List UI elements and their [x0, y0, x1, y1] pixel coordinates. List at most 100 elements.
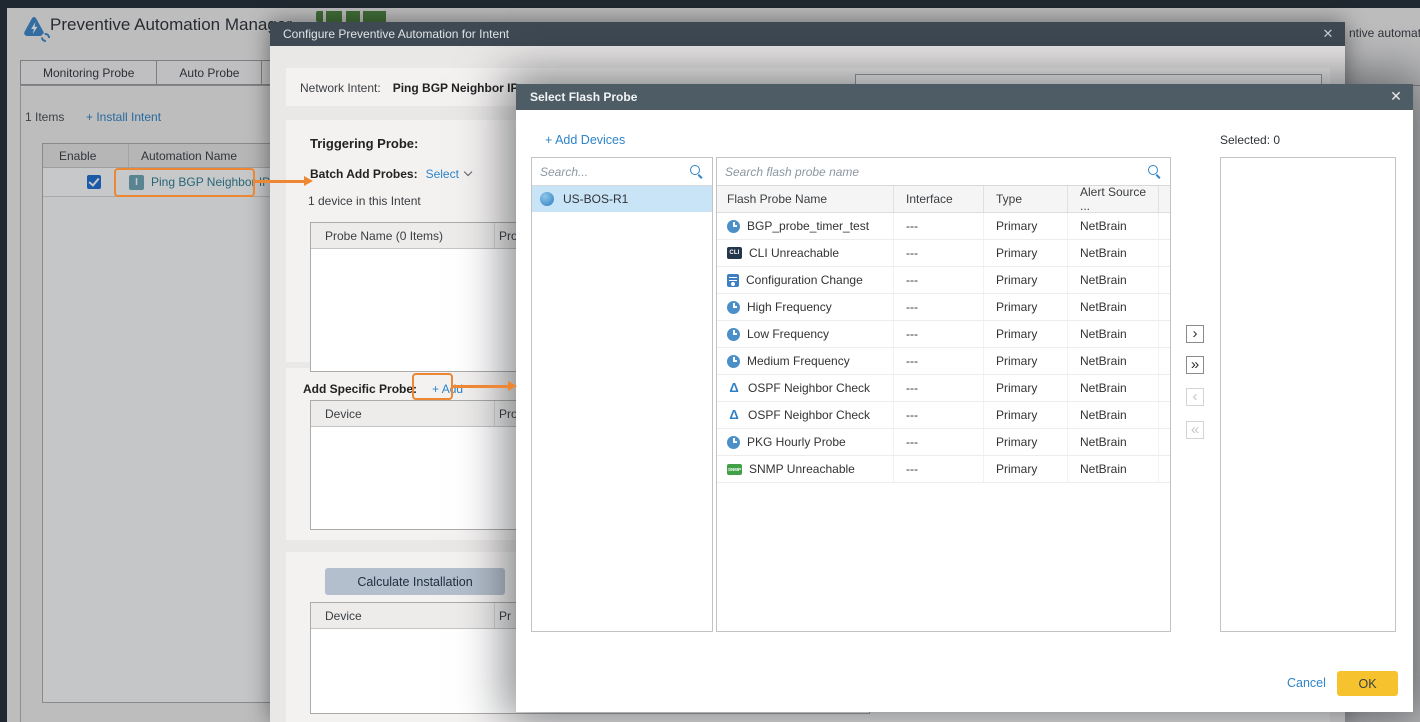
probe-search-input[interactable] [725, 165, 1147, 179]
selected-count-label: Selected: 0 [1220, 133, 1280, 147]
configure-dialog-titlebar: Configure Preventive Automation for Inte… [270, 22, 1345, 46]
clock-icon [727, 220, 740, 233]
device-list-item-selected[interactable]: US-BOS-R1 [532, 186, 712, 212]
add-devices-link[interactable]: + Add Devices [545, 133, 625, 147]
device-icon [540, 192, 554, 206]
device-search-row [532, 158, 712, 186]
annotation-arrow-to-select-dialog [453, 385, 508, 388]
device-search-input[interactable] [540, 165, 689, 179]
probe-alert-source: NetBrain [1068, 321, 1159, 347]
move-all-left-button[interactable]: « [1186, 421, 1204, 439]
flash-probe-row[interactable]: Configuration Change ---PrimaryNetBrain [717, 267, 1170, 294]
calculate-installation-button[interactable]: Calculate Installation [325, 568, 505, 595]
probe-interface: --- [894, 429, 984, 455]
column-type: Type [984, 186, 1068, 212]
cancel-button[interactable]: Cancel [1287, 676, 1326, 690]
flash-probe-row[interactable]: BGP_probe_timer_test---PrimaryNetBrain [717, 213, 1170, 240]
probe-alert-source: NetBrain [1068, 429, 1159, 455]
probe-type: Primary [984, 213, 1068, 239]
flash-probe-row[interactable]: PKG Hourly Probe ---PrimaryNetBrain [717, 429, 1170, 456]
column-alert-source: Alert Source ... [1068, 186, 1159, 212]
flash-probe-row[interactable]: OSPF Neighbor Check---PrimaryNetBrain [717, 375, 1170, 402]
column-device: Device [311, 603, 495, 628]
probe-interface: --- [894, 294, 984, 320]
close-icon[interactable]: ✕ [1385, 84, 1407, 108]
flash-probe-table-header: Flash Probe Name Interface Type Alert So… [717, 186, 1170, 213]
flash-probe-name: High Frequency [747, 300, 832, 314]
column-flash-probe-name: Flash Probe Name [717, 186, 894, 212]
row-spacer [1159, 456, 1170, 482]
delta-icon [727, 408, 741, 422]
cli-icon: CLI [727, 247, 742, 259]
select-dialog-titlebar: Select Flash Probe ✕ [516, 84, 1413, 110]
row-spacer [1159, 294, 1170, 320]
probe-alert-source: NetBrain [1068, 456, 1159, 482]
config-icon [727, 274, 739, 287]
configure-dialog-title: Configure Preventive Automation for Inte… [270, 27, 509, 41]
column-probe-name: Probe Name (0 Items) [311, 223, 495, 248]
probe-type: Primary [984, 429, 1068, 455]
flash-probe-name: SNMP Unreachable [749, 462, 855, 476]
probe-interface: --- [894, 348, 984, 374]
probe-type: Primary [984, 267, 1068, 293]
probe-alert-source: NetBrain [1068, 240, 1159, 266]
network-intent-value: Ping BGP Neighbor IP [393, 81, 519, 95]
probe-alert-source: NetBrain [1068, 348, 1159, 374]
select-flash-probe-dialog: Select Flash Probe ✕ + Add Devices US-BO… [516, 84, 1413, 712]
row-spacer [1159, 267, 1170, 293]
move-left-button[interactable]: ‹ [1186, 388, 1204, 406]
probe-type: Primary [984, 402, 1068, 428]
probe-interface: --- [894, 375, 984, 401]
flash-probe-row[interactable]: Low Frequency---PrimaryNetBrain [717, 321, 1170, 348]
flash-probe-name: OSPF Neighbor Check [748, 408, 870, 422]
flash-probe-row[interactable]: Medium Frequency---PrimaryNetBrain [717, 348, 1170, 375]
flash-probe-name: OSPF Neighbor Check [748, 381, 870, 395]
probe-interface: --- [894, 240, 984, 266]
flash-probe-row[interactable]: SNMPSNMP Unreachable---PrimaryNetBrain [717, 456, 1170, 483]
probe-interface: --- [894, 267, 984, 293]
device-list-panel: US-BOS-R1 [531, 157, 713, 632]
annotation-arrow-to-batch-add [255, 180, 304, 183]
flash-probe-row[interactable]: High Frequency---PrimaryNetBrain [717, 294, 1170, 321]
device-count-text: 1 device in this Intent [308, 194, 421, 208]
column-spacer [1159, 186, 1170, 212]
batch-add-probes-row: Batch Add Probes: Select [310, 167, 471, 181]
batch-add-select-dropdown[interactable]: Select [426, 167, 459, 181]
clock-icon [727, 328, 740, 341]
row-spacer [1159, 402, 1170, 428]
flash-probe-row[interactable]: CLICLI Unreachable---PrimaryNetBrain [717, 240, 1170, 267]
column-interface: Interface [894, 186, 984, 212]
probe-interface: --- [894, 213, 984, 239]
flash-probe-name: BGP_probe_timer_test [747, 219, 869, 233]
probe-type: Primary [984, 321, 1068, 347]
clock-icon [727, 436, 740, 449]
probe-alert-source: NetBrain [1068, 267, 1159, 293]
probe-interface: --- [894, 456, 984, 482]
flash-probe-panel: Flash Probe Name Interface Type Alert So… [716, 157, 1171, 632]
flash-probe-name: PKG Hourly Probe [747, 435, 846, 449]
probe-alert-source: NetBrain [1068, 294, 1159, 320]
ok-button[interactable]: OK [1337, 671, 1398, 696]
row-spacer [1159, 375, 1170, 401]
column-probe-truncated: Pr [495, 609, 511, 623]
chevron-down-icon [464, 168, 473, 177]
probe-type: Primary [984, 348, 1068, 374]
network-intent-row: Network Intent: Ping BGP Neighbor IP [300, 81, 519, 95]
search-icon[interactable] [1147, 164, 1162, 179]
row-spacer [1159, 429, 1170, 455]
clock-icon [727, 301, 740, 314]
search-icon[interactable] [689, 164, 704, 179]
highlight-box-automation-name [114, 168, 255, 197]
selected-items-panel [1220, 157, 1396, 632]
flash-probe-rows: BGP_probe_timer_test---PrimaryNetBrainCL… [717, 213, 1170, 483]
highlight-box-add-link [412, 373, 453, 400]
flash-probe-name: Configuration Change [746, 273, 863, 287]
row-spacer [1159, 213, 1170, 239]
move-right-button[interactable]: › [1186, 325, 1204, 343]
clock-icon [727, 355, 740, 368]
screen: Preventive Automation Manager ntive auto… [0, 0, 1420, 722]
add-specific-probe-label: Add Specific Probe: [303, 382, 417, 396]
flash-probe-row[interactable]: OSPF Neighbor Check---PrimaryNetBrain [717, 402, 1170, 429]
move-all-right-button[interactable]: » [1186, 356, 1204, 374]
close-icon[interactable]: ✕ [1317, 22, 1339, 46]
